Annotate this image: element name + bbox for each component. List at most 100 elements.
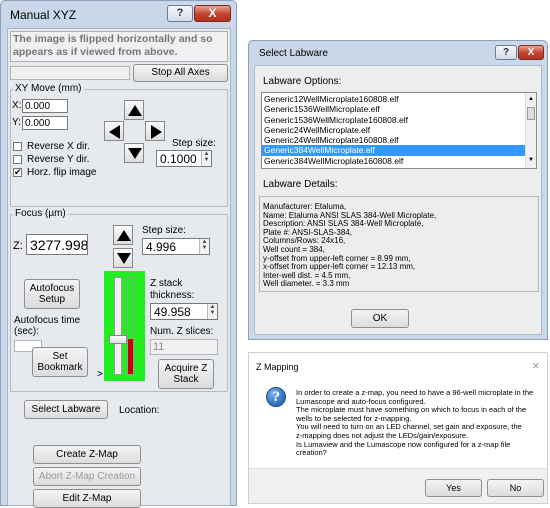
move-up-button[interactable]: [124, 100, 144, 120]
focus-step-size-label: Step size:: [142, 225, 186, 236]
xy-move-title: XY Move (mm): [13, 83, 84, 94]
info-icon: ?: [266, 387, 286, 407]
status-field: [10, 66, 130, 80]
scroll-thumb[interactable]: [527, 107, 535, 120]
autofocus-time-label: Autofocus time (sec):: [14, 315, 81, 337]
manual-xyz-window: Manual XYZ ? X The image is flipped hori…: [0, 0, 237, 508]
create-z-map-button[interactable]: Create Z-Map: [33, 445, 141, 464]
arrow-down-icon: [117, 253, 131, 264]
z-mapping-message-line: Is Lumaview and the Lumascope now config…: [296, 439, 511, 449]
ok-button[interactable]: OK: [351, 309, 409, 328]
z-label: Z:: [13, 240, 23, 252]
autofocus-setup-button[interactable]: Autofocus Setup: [24, 279, 80, 309]
horz-flip-label: Horz. flip image: [27, 167, 97, 178]
focus-up-button[interactable]: [113, 225, 133, 245]
z-mapping-message-line: creation?: [296, 448, 327, 458]
move-right-button[interactable]: [145, 121, 165, 141]
select-labware-button[interactable]: Select Labware: [24, 400, 108, 419]
arrow-down-icon: [128, 148, 142, 159]
z-mapping-title: Z Mapping: [256, 362, 299, 372]
help-icon: ?: [176, 7, 184, 19]
select-labware-client: Labware Options: Generic12WellMicroplate…: [254, 65, 542, 335]
focus-step-size-input[interactable]: 4.996 ▲ ▼: [142, 238, 210, 255]
labware-details-text: Manufacturer: Etaluma, Name: Etaluma ANSI…: [263, 202, 436, 289]
acquire-z-stack-button[interactable]: Acquire Z Stack: [158, 359, 214, 389]
horz-flip-checkbox[interactable]: ✔: [13, 168, 22, 177]
bookmark-marker: >: [97, 369, 103, 380]
z-stack-input[interactable]: 49.958 ▲ ▼: [150, 303, 218, 320]
labware-options-label: Labware Options:: [263, 76, 342, 87]
reverse-y-checkbox[interactable]: [13, 155, 22, 164]
labware-option-item[interactable]: Generic12WellMicroplate160808.elf: [262, 94, 525, 104]
move-left-button[interactable]: [104, 121, 124, 141]
labware-option-item[interactable]: Generic1536WellMicroplate.elf: [262, 104, 525, 114]
abort-z-map-button: Abort Z-Map Creation: [33, 467, 141, 486]
z-slider-track[interactable]: [114, 277, 122, 375]
labware-options-list[interactable]: Generic12WellMicroplate160808.elf Generic…: [261, 92, 537, 169]
manual-xyz-client: The image is flipped horizontally and so…: [7, 28, 231, 508]
options-scrollbar[interactable]: ▲ ▼: [525, 93, 536, 168]
yes-button[interactable]: Yes: [425, 479, 482, 497]
labware-option-item[interactable]: Generic384WellMicroplate.elf: [262, 145, 525, 156]
no-button[interactable]: No: [487, 479, 544, 497]
z-mapping-dialog: Z Mapping × ? In order to create a z-map…: [248, 352, 548, 504]
focus-step-size-value: 4.996: [146, 240, 177, 254]
stop-all-axes-button[interactable]: Stop All Axes: [133, 64, 228, 82]
z-slider-thumb[interactable]: [109, 335, 127, 344]
labware-details-label: Labware Details:: [263, 179, 338, 190]
arrow-left-icon: [109, 125, 120, 139]
focus-title: Focus (µm): [13, 208, 68, 219]
labware-options-items: Generic12WellMicroplate160808.elf Generic…: [262, 94, 525, 166]
labware-option-item[interactable]: Generic24WellMicroplate160808.elf: [262, 135, 525, 145]
reverse-y-label: Reverse Y dir.: [27, 154, 90, 165]
scroll-down-icon[interactable]: ▼: [528, 157, 534, 163]
location-label: Location:: [119, 405, 160, 416]
xy-step-spinner[interactable]: ▲ ▼: [201, 151, 211, 166]
reverse-x-checkbox[interactable]: [13, 142, 22, 151]
reverse-x-label: Reverse X dir.: [27, 141, 90, 152]
select-labware-title: Select Labware: [259, 48, 328, 59]
z-mapping-close-icon[interactable]: ×: [532, 358, 540, 373]
manual-xyz-title: Manual XYZ: [10, 8, 77, 22]
focus-down-button[interactable]: [113, 248, 133, 268]
help-button[interactable]: ?: [495, 45, 517, 60]
close-icon: X: [208, 6, 217, 20]
close-icon: X: [527, 47, 535, 58]
help-icon: ?: [502, 47, 510, 58]
z-mapping-message: In order to create a z-map, you need to …: [296, 388, 548, 458]
z-stack-value: 49.958: [154, 305, 191, 319]
y-input[interactable]: 0.000: [22, 116, 68, 130]
z-slider-panel: [104, 271, 145, 381]
y-label: Y:: [12, 117, 21, 128]
edit-z-map-button[interactable]: Edit Z-Map: [33, 489, 141, 508]
set-bookmark-button[interactable]: Set Bookmark: [32, 347, 88, 377]
move-down-button[interactable]: [124, 143, 144, 163]
select-labware-window: Select Labware ? X Labware Options: Gene…: [248, 40, 548, 340]
focus-step-spinner[interactable]: ▲ ▼: [199, 239, 209, 254]
close-button[interactable]: X: [518, 45, 544, 60]
arrow-right-icon: [151, 125, 162, 139]
xy-step-size-label: Step size:: [172, 138, 216, 149]
labware-option-item[interactable]: Generic24WellMicroplate.elf: [262, 125, 525, 135]
x-label: X:: [12, 100, 22, 111]
close-button[interactable]: X: [194, 5, 231, 22]
labware-option-item[interactable]: Generic1536WellMicroplate160808.elf: [262, 115, 525, 125]
num-z-slices-label: Num. Z slices:: [150, 326, 214, 337]
xy-step-size-value: 0.1000: [160, 152, 197, 166]
select-labware-titlebar[interactable]: Select Labware ? X: [249, 41, 547, 65]
labware-details-box: Manufacturer: Etaluma, Name: Etaluma ANSI…: [259, 196, 539, 292]
arrow-up-icon: [128, 105, 142, 116]
z-stack-label: Z stack thickness:: [150, 278, 195, 301]
manual-xyz-titlebar[interactable]: Manual XYZ ? X: [1, 1, 236, 27]
labware-option-item[interactable]: Generic384WellMicroplate160808.elf: [262, 156, 525, 166]
xy-step-size-input[interactable]: 0.1000 ▲ ▼: [156, 150, 212, 167]
flip-message: The image is flipped horizontally and so…: [13, 33, 213, 58]
scroll-up-icon[interactable]: ▲: [528, 96, 534, 102]
z-stack-spinner[interactable]: ▲ ▼: [207, 304, 217, 319]
labware-detail-line: Well diameter. = 3.3 mm: [263, 279, 350, 289]
z-input[interactable]: 3277.998: [26, 234, 88, 255]
help-button[interactable]: ?: [167, 5, 193, 22]
arrow-up-icon: [117, 230, 131, 241]
x-input[interactable]: 0.000: [22, 99, 68, 113]
z-slider-range-track: [127, 277, 134, 375]
